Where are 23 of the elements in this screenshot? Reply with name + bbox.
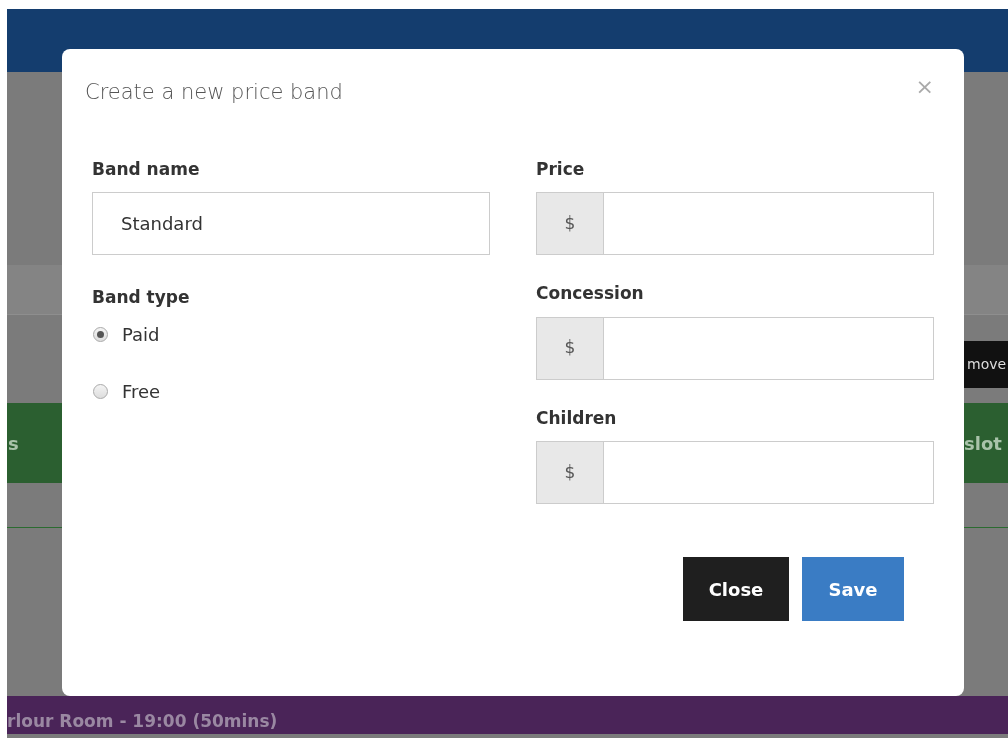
radio-label: Paid: [122, 322, 160, 347]
currency-addon: $: [537, 193, 604, 254]
field-label: Price: [536, 157, 586, 181]
field-label: Children: [536, 406, 618, 430]
bar-text: rlour Room - 19:00 (50mins): [7, 710, 278, 732]
radio-button[interactable]: [93, 383, 108, 399]
field-label: Band type: [92, 286, 191, 309]
radio-label: Free: [122, 379, 161, 404]
move-button[interactable]: move: [963, 341, 1008, 388]
bar-text: s: [8, 431, 19, 456]
currency-addon: $: [537, 442, 604, 503]
field-label: Concession: [536, 282, 645, 305]
radio-button[interactable]: [93, 326, 108, 342]
input-field[interactable]: $: [536, 316, 934, 380]
dialog-title: Create a new price band: [85, 79, 343, 106]
currency-addon: $: [537, 317, 604, 379]
field-label: Band name: [92, 157, 201, 181]
bar-text: slot: [964, 431, 1003, 456]
dialog-button[interactable]: Close: [683, 557, 789, 621]
input-field[interactable]: Standard: [92, 192, 490, 255]
dialog-button[interactable]: Save: [802, 557, 904, 621]
input-field[interactable]: $: [536, 441, 934, 504]
input-field[interactable]: $: [536, 192, 934, 255]
